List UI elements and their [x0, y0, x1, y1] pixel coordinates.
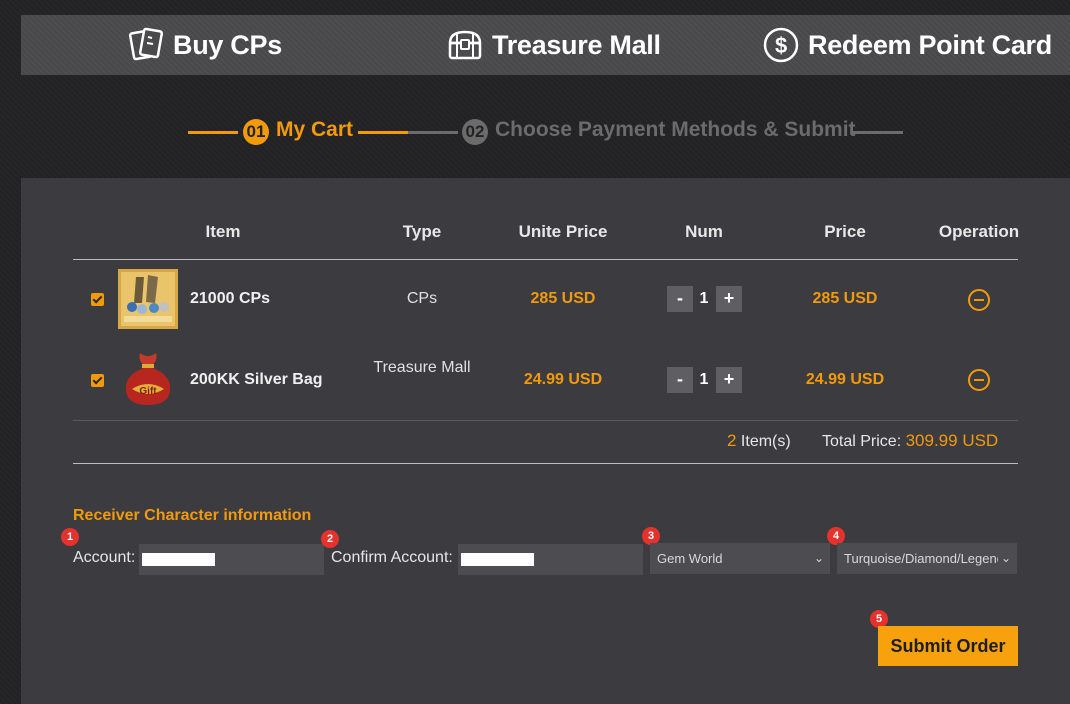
unit-price: 285 USD — [530, 290, 596, 307]
confirm-account-input[interactable] — [458, 544, 643, 575]
divider — [73, 463, 1018, 464]
cards-icon — [129, 27, 164, 61]
line-price: 285 USD — [812, 290, 878, 307]
divider — [73, 420, 1018, 421]
server-select-value: Gem World — [657, 551, 723, 566]
cps-product-thumbnail — [118, 269, 178, 329]
total-price: Total Price: 309.99 USD — [822, 431, 998, 451]
step-line — [358, 131, 408, 134]
decrease-qty-button[interactable]: - — [667, 286, 693, 312]
step-line — [853, 131, 903, 134]
dollar-coin-icon: $ — [763, 27, 799, 63]
server-group-select-value: Turquoise/Diamond/Legend — [844, 551, 1004, 566]
step-label-my-cart: My Cart — [276, 118, 354, 141]
total-price-value: 309.99 USD — [905, 431, 999, 450]
receiver-section-title: Receiver Character information — [73, 507, 312, 524]
chevron-down-icon: ⌄ — [997, 543, 1011, 574]
column-header-price: Price — [824, 222, 866, 241]
increase-qty-button[interactable]: + — [716, 286, 742, 312]
nav-buy-cps[interactable]: Buy CPs — [129, 15, 282, 75]
svg-text:$: $ — [775, 33, 787, 58]
nav-label: Treasure Mall — [492, 29, 661, 60]
account-label: Account: — [73, 549, 136, 566]
top-nav: Buy CPs Treasure Mall $ Redeem Point Car… — [21, 15, 1070, 75]
annotation-marker: 2 — [321, 530, 339, 548]
nav-redeem-point-card[interactable]: $ Redeem Point Card — [762, 15, 1052, 75]
item-type: CPs — [406, 290, 438, 307]
account-input[interactable] — [139, 544, 324, 575]
annotation-marker: 1 — [61, 528, 79, 546]
item-checkbox[interactable] — [91, 293, 104, 306]
silver-bag-thumbnail: Gift — [125, 353, 171, 405]
decrease-qty-button[interactable]: - — [667, 367, 693, 393]
step-number-badge: 01 — [243, 119, 269, 145]
treasure-chest-icon — [448, 30, 482, 60]
svg-text:Gift: Gift — [139, 386, 157, 397]
item-name: 21000 CPs — [190, 290, 271, 307]
divider — [73, 259, 1018, 260]
quantity-value: 1 — [699, 290, 709, 307]
item-checkbox[interactable] — [91, 374, 104, 387]
nav-treasure-mall[interactable]: Treasure Mall — [446, 15, 661, 75]
line-price: 24.99 USD — [805, 371, 885, 388]
remove-item-icon[interactable] — [968, 369, 990, 391]
items-label: Item(s) — [740, 433, 791, 450]
confirm-account-label: Confirm Account: — [331, 549, 453, 566]
column-header-operation: Operation — [938, 222, 1020, 241]
total-price-label: Total Price: — [822, 433, 902, 450]
column-header-unit-price: Unite Price — [518, 222, 608, 241]
server-group-select[interactable]: Turquoise/Diamond/Legend ⌄ — [837, 543, 1017, 574]
nav-label: Buy CPs — [173, 29, 282, 60]
column-header-item: Item — [205, 222, 241, 241]
remove-item-icon[interactable] — [968, 289, 990, 311]
cart-summary: 2 Item(s) — [727, 431, 791, 451]
step-label-payment: Choose Payment Methods & Submit — [495, 118, 856, 141]
increase-qty-button[interactable]: + — [716, 367, 742, 393]
server-select[interactable]: Gem World ⌄ — [650, 543, 830, 574]
step-number-badge: 02 — [462, 119, 488, 145]
column-header-num: Num — [685, 222, 723, 241]
step-line — [408, 131, 458, 134]
quantity-value: 1 — [699, 371, 709, 388]
step-line — [188, 131, 238, 134]
nav-label: Redeem Point Card — [808, 29, 1052, 60]
chevron-down-icon: ⌄ — [810, 543, 824, 574]
item-count: 2 — [727, 431, 737, 450]
column-header-type: Type — [402, 222, 442, 241]
item-name: 200KK Silver Bag — [190, 371, 323, 388]
unit-price: 24.99 USD — [523, 371, 603, 388]
item-type: Treasure Mall — [373, 359, 471, 376]
submit-order-button[interactable]: Submit Order — [878, 626, 1018, 666]
redacted-value — [461, 553, 534, 566]
redacted-value — [142, 553, 215, 566]
